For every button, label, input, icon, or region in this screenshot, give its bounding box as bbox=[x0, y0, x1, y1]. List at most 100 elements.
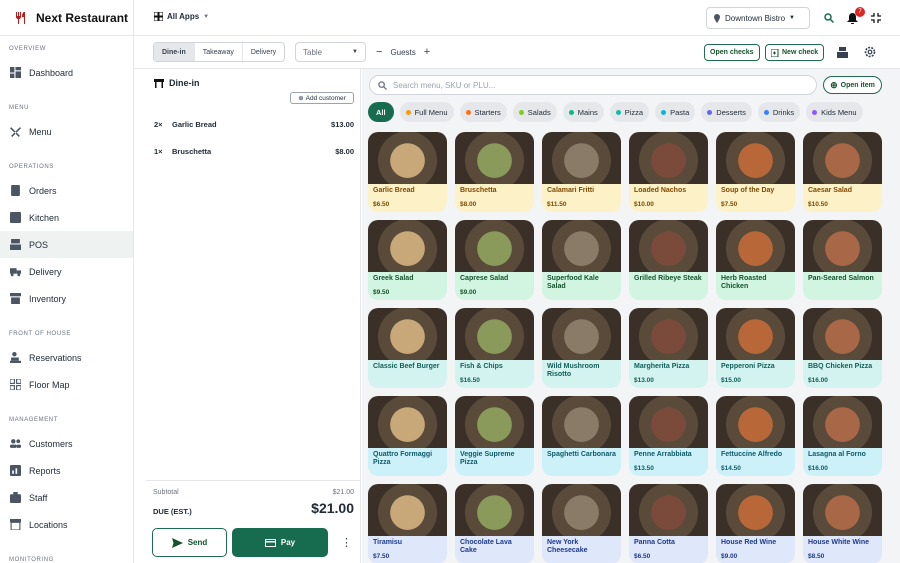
menu-item-card[interactable]: Grilled Ribeye Steak bbox=[629, 220, 708, 300]
tab-takeaway[interactable]: Takeaway bbox=[195, 43, 243, 61]
menu-item-card[interactable]: Soup of the Day $7.50 bbox=[716, 132, 795, 212]
utensils-icon bbox=[16, 11, 25, 24]
new-check-button[interactable]: New check bbox=[765, 44, 825, 61]
menu-item-price: $13.50 bbox=[634, 465, 654, 472]
menu-item-card[interactable]: Superfood Kale Salad bbox=[542, 220, 621, 300]
plus-circle-icon: ⊕ bbox=[830, 79, 838, 90]
menu-item-card[interactable]: Caprese Salad $9.00 bbox=[455, 220, 534, 300]
sidebar-item-customers[interactable]: Customers bbox=[0, 430, 133, 457]
menu-item-card[interactable]: Greek Salad $9.50 bbox=[368, 220, 447, 300]
menu-item-card[interactable]: Lasagna al Forno $16.00 bbox=[803, 396, 882, 476]
menu-item-card[interactable]: New York Cheesecake bbox=[542, 484, 621, 563]
more-icon[interactable]: ⋮ bbox=[341, 536, 352, 549]
menu-item-card[interactable]: Chocolate Lava Cake bbox=[455, 484, 534, 563]
menu-item-card[interactable]: Tiramisu $7.50 bbox=[368, 484, 447, 563]
sidebar-item-kitchen[interactable]: Kitchen bbox=[0, 204, 133, 231]
open-item-button[interactable]: ⊕ Open item bbox=[823, 76, 882, 94]
pay-label: Pay bbox=[280, 538, 296, 547]
send-button[interactable]: Send bbox=[152, 528, 227, 557]
menu-item-card[interactable]: Wild Mushroom Risotto bbox=[542, 308, 621, 388]
category-all[interactable]: All bbox=[368, 102, 394, 122]
menu-item-card[interactable]: Classic Beef Burger bbox=[368, 308, 447, 388]
printer-icon[interactable] bbox=[837, 47, 848, 58]
food-photo bbox=[716, 132, 795, 184]
sidebar-item-dashboard[interactable]: Dashboard bbox=[0, 59, 133, 86]
sidebar-item-delivery[interactable]: Delivery bbox=[0, 258, 133, 285]
category-dot bbox=[707, 109, 713, 115]
tab-dine-in[interactable]: Dine-in bbox=[154, 43, 195, 61]
food-photo bbox=[629, 220, 708, 272]
grid-icon bbox=[154, 12, 163, 21]
menu-item-card[interactable]: Calamari Fritti $11.50 bbox=[542, 132, 621, 212]
menu-item-card[interactable]: Fettuccine Alfredo $14.50 bbox=[716, 396, 795, 476]
order-totals: Subtotal $21.00 DUE (EST.) $21.00 Send P… bbox=[146, 480, 361, 563]
menu-item-card[interactable]: Pan-Seared Salmon bbox=[803, 220, 882, 300]
menu-item-card[interactable]: Spaghetti Carbonara bbox=[542, 396, 621, 476]
category-kids-menu[interactable]: Kids Menu bbox=[806, 102, 863, 122]
open-checks-button[interactable]: Open checks bbox=[704, 44, 760, 61]
menu-item-card[interactable]: Panna Cotta $6.50 bbox=[629, 484, 708, 563]
add-customer-button[interactable]: ⊕ Add customer bbox=[290, 92, 354, 104]
sidebar-item-staff[interactable]: Staff bbox=[0, 484, 133, 511]
menu-item-card[interactable]: Pepperoni Pizza $15.00 bbox=[716, 308, 795, 388]
sidebar-item-label: Floor Map bbox=[29, 379, 70, 390]
menu-item-card[interactable]: Bruschetta $8.00 bbox=[455, 132, 534, 212]
sidebar-item-floor-map[interactable]: Floor Map bbox=[0, 371, 133, 398]
menu-item-card[interactable]: House White Wine $8.50 bbox=[803, 484, 882, 563]
menu-item-card[interactable]: Penne Arrabbiata $13.50 bbox=[629, 396, 708, 476]
add-customer-label: Add customer bbox=[305, 94, 346, 102]
menu-item-card[interactable]: House Red Wine $9.00 bbox=[716, 484, 795, 563]
menu-item-card[interactable]: Loaded Nachos $10.00 bbox=[629, 132, 708, 212]
food-photo bbox=[455, 220, 534, 272]
category-dot bbox=[518, 109, 524, 115]
menu-item-card[interactable]: Fish & Chips $16.50 bbox=[455, 308, 534, 388]
menu-item-price: $10.50 bbox=[808, 201, 828, 208]
category-desserts[interactable]: Desserts bbox=[701, 102, 752, 122]
menu-search[interactable]: Search menu, SKU or PLU... bbox=[369, 75, 817, 95]
category-pizza[interactable]: Pizza bbox=[609, 102, 650, 122]
menu-item-card[interactable]: Veggie Supreme Pizza bbox=[455, 396, 534, 476]
brand[interactable]: Next Restaurant bbox=[0, 0, 133, 36]
menu-item-card[interactable]: Margherita Pizza $13.00 bbox=[629, 308, 708, 388]
category-dot bbox=[568, 109, 574, 115]
pay-button[interactable]: Pay bbox=[232, 528, 328, 557]
sidebar-item-menu[interactable]: Menu bbox=[0, 118, 133, 145]
tab-delivery[interactable]: Delivery bbox=[243, 43, 284, 61]
plus-icon[interactable]: + bbox=[424, 46, 430, 58]
sidebar-item-orders[interactable]: Orders bbox=[0, 177, 133, 204]
menu-item-price: $10.00 bbox=[634, 201, 654, 208]
menu-item-card[interactable]: BBQ Chicken Pizza $16.00 bbox=[803, 308, 882, 388]
category-mains[interactable]: Mains bbox=[562, 102, 604, 122]
menu-item-card[interactable]: Garlic Bread $6.50 bbox=[368, 132, 447, 212]
category-pasta[interactable]: Pasta bbox=[655, 102, 696, 122]
sidebar-item-reservations[interactable]: Reservations bbox=[0, 344, 133, 371]
all-apps-button[interactable]: All Apps ▼ bbox=[154, 12, 209, 21]
table-select[interactable]: Table ▼ bbox=[295, 42, 366, 62]
order-line[interactable]: 2× Garlic Bread $13.00 bbox=[154, 120, 354, 129]
order-title: Dine-in bbox=[169, 78, 200, 88]
category-starters[interactable]: Starters bbox=[459, 102, 507, 122]
gear-icon[interactable] bbox=[864, 46, 876, 58]
search-icon[interactable] bbox=[824, 13, 834, 23]
order-header: Dine-in bbox=[154, 78, 200, 88]
menu-item-card[interactable]: Herb Roasted Chicken bbox=[716, 220, 795, 300]
menu-item-card[interactable]: Quattro Formaggi Pizza bbox=[368, 396, 447, 476]
section-operations: OPERATIONS bbox=[9, 164, 54, 170]
category-salads[interactable]: Salads bbox=[512, 102, 557, 122]
menu-item-card[interactable]: Caesar Salad $10.50 bbox=[803, 132, 882, 212]
sidebar-item-reports[interactable]: Reports bbox=[0, 457, 133, 484]
sidebar-item-pos[interactable]: POS bbox=[0, 231, 133, 258]
sidebar-item-locations[interactable]: Locations bbox=[0, 511, 133, 538]
sidebar-item-inventory[interactable]: Inventory bbox=[0, 285, 133, 312]
guests-stepper: − Guests + bbox=[376, 46, 430, 58]
inventory-icon bbox=[10, 293, 21, 304]
collapse-icon[interactable] bbox=[871, 13, 881, 23]
category-drinks[interactable]: Drinks bbox=[757, 102, 801, 122]
food-photo bbox=[455, 396, 534, 448]
order-line[interactable]: 1× Bruschetta $8.00 bbox=[154, 147, 354, 156]
minus-icon[interactable]: − bbox=[376, 46, 382, 58]
location-select[interactable]: Downtown Bistro ▼ bbox=[706, 7, 810, 29]
category-full-menu[interactable]: Full Menu bbox=[399, 102, 454, 122]
reports-icon bbox=[10, 465, 21, 476]
due-value: $21.00 bbox=[311, 500, 354, 516]
